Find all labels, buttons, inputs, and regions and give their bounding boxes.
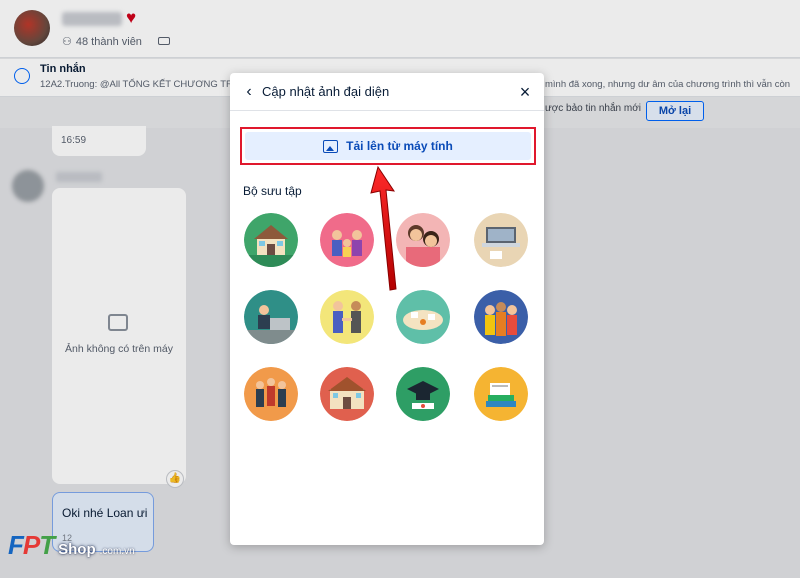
update-avatar-dialog: ‹ Cập nhật ảnh đại diện × Tải lên từ máy… [230, 73, 544, 545]
avatar-option-graduation[interactable] [396, 367, 450, 421]
avatar-option-family-hug[interactable] [396, 213, 450, 267]
upload-label: Tải lên từ máy tính [346, 139, 453, 153]
avatar-option-celebration[interactable] [244, 367, 298, 421]
collection-title: Bộ sưu tập [243, 184, 302, 198]
back-icon[interactable]: ‹ [240, 83, 258, 101]
fpt-shop-watermark: FPT Shop .com.vn [8, 530, 135, 561]
upload-highlight-box: Tải lên từ máy tính [240, 127, 536, 165]
avatar-option-school[interactable] [320, 367, 374, 421]
brand-letter-t: T [39, 530, 55, 560]
avatar-option-handshake[interactable] [320, 290, 374, 344]
upload-from-computer-button[interactable]: Tải lên từ máy tính [245, 132, 531, 160]
avatar-option-books[interactable] [474, 367, 528, 421]
dialog-title: Cập nhật ảnh đại diện [262, 84, 390, 99]
avatar-option-coffee-table[interactable] [396, 290, 450, 344]
red-arrow-annotation [370, 165, 397, 291]
avatar-option-house[interactable] [244, 213, 298, 267]
brand-letter-p: P [22, 530, 40, 560]
avatar-option-office-worker[interactable] [244, 290, 298, 344]
image-icon [323, 139, 339, 153]
brand-letter-f: F [8, 530, 24, 560]
avatar-option-desk-laptop[interactable] [474, 213, 528, 267]
brand-shop: Shop [58, 541, 96, 558]
close-icon[interactable]: × [514, 81, 536, 103]
dialog-header: ‹ Cập nhật ảnh đại diện × [230, 73, 544, 111]
brand-domain: .com.vn [99, 546, 135, 557]
avatar-option-friends[interactable] [474, 290, 528, 344]
